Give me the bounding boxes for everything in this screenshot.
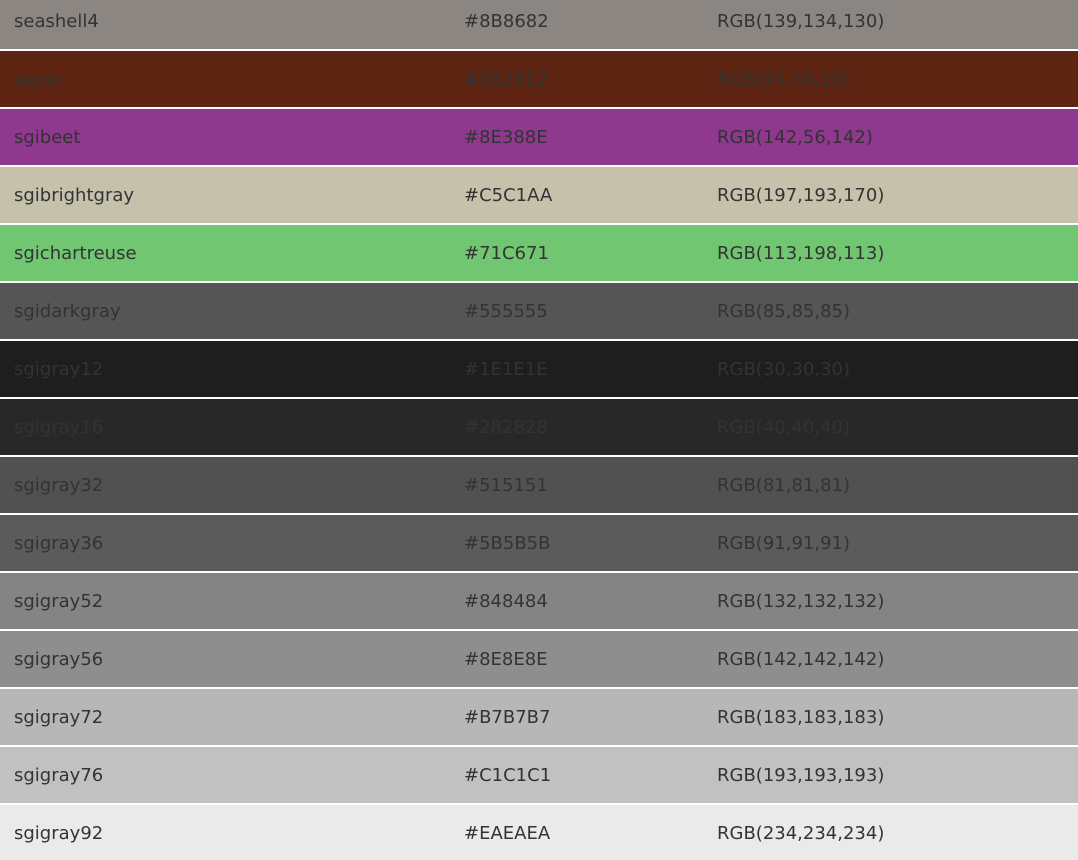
color-rgb: RGB(183,183,183) — [717, 707, 885, 728]
color-row-sepia: sepia #5E2612 RGB(94,38,18) — [0, 51, 1078, 108]
color-hex: #EAEAEA — [464, 823, 551, 844]
color-row-sgigray52: sgigray52 #848484 RGB(132,132,132) — [0, 573, 1078, 630]
color-rgb: RGB(197,193,170) — [717, 185, 885, 206]
color-name: sgigray92 — [14, 823, 104, 844]
color-name: sgigray32 — [14, 475, 104, 496]
color-rgb: RGB(132,132,132) — [717, 591, 885, 612]
color-row-sgidarkgray: sgidarkgray #555555 RGB(85,85,85) — [0, 283, 1078, 340]
color-hex: #1E1E1E — [464, 359, 548, 380]
color-hex: #282828 — [464, 417, 548, 438]
color-hex: #8B8682 — [464, 11, 549, 32]
color-rgb: RGB(234,234,234) — [717, 823, 885, 844]
color-name: sgigray72 — [14, 707, 104, 728]
color-name: sgibrightgray — [14, 185, 135, 206]
color-rgb: RGB(142,56,142) — [717, 127, 873, 148]
color-rgb: RGB(81,81,81) — [717, 475, 851, 496]
color-hex: #C5C1AA — [464, 185, 553, 206]
color-hex: #71C671 — [464, 243, 549, 264]
color-name: sgigray16 — [14, 417, 104, 438]
color-row-sgichartreuse: sgichartreuse #71C671 RGB(113,198,113) — [0, 225, 1078, 282]
color-row-sgigray32: sgigray32 #515151 RGB(81,81,81) — [0, 457, 1078, 514]
color-row-sgibrightgray: sgibrightgray #C5C1AA RGB(197,193,170) — [0, 167, 1078, 224]
color-row-sgigray12: sgigray12 #1E1E1E RGB(30,30,30) — [0, 341, 1078, 398]
color-hex: #5B5B5B — [464, 533, 551, 554]
color-hex: #8E8E8E — [464, 649, 548, 670]
color-rgb: RGB(94,38,18) — [717, 69, 851, 90]
color-name: sgigray76 — [14, 765, 104, 786]
color-name: sgigray12 — [14, 359, 104, 380]
color-row-sgibeet: sgibeet #8E388E RGB(142,56,142) — [0, 109, 1078, 166]
color-name: sgigray52 — [14, 591, 104, 612]
color-hex: #515151 — [464, 475, 548, 496]
color-row-sgigray36: sgigray36 #5B5B5B RGB(91,91,91) — [0, 515, 1078, 572]
color-row-sgigray76: sgigray76 #C1C1C1 RGB(193,193,193) — [0, 747, 1078, 804]
color-name: sgidarkgray — [14, 301, 121, 322]
color-row-sgigray16: sgigray16 #282828 RGB(40,40,40) — [0, 399, 1078, 456]
color-row-sgigray56: sgigray56 #8E8E8E RGB(142,142,142) — [0, 631, 1078, 688]
color-hex: #8E388E — [464, 127, 548, 148]
color-name: sgibeet — [14, 127, 81, 148]
color-row-sgigray72: sgigray72 #B7B7B7 RGB(183,183,183) — [0, 689, 1078, 746]
color-rgb: RGB(193,193,193) — [717, 765, 885, 786]
color-name: sgigray56 — [14, 649, 104, 670]
color-rgb: RGB(113,198,113) — [717, 243, 885, 264]
color-row-sgigray92: sgigray92 #EAEAEA RGB(234,234,234) — [0, 805, 1078, 860]
color-name: sepia — [14, 69, 62, 90]
color-rgb: RGB(91,91,91) — [717, 533, 851, 554]
color-rgb: RGB(142,142,142) — [717, 649, 885, 670]
color-rgb: RGB(40,40,40) — [717, 417, 851, 438]
color-hex: #5E2612 — [464, 69, 548, 90]
color-rgb: RGB(30,30,30) — [717, 359, 851, 380]
color-table: seashell4 #8B8682 RGB(139,134,130) sepia… — [0, 0, 1078, 860]
color-name: sgichartreuse — [14, 243, 137, 264]
color-hex: #C1C1C1 — [464, 765, 552, 786]
color-name: sgigray36 — [14, 533, 104, 554]
color-rgb: RGB(85,85,85) — [717, 301, 851, 322]
color-row-seashell4: seashell4 #8B8682 RGB(139,134,130) — [0, 0, 1078, 50]
color-name: seashell4 — [14, 11, 99, 32]
color-hex: #848484 — [464, 591, 548, 612]
color-hex: #555555 — [464, 301, 548, 322]
color-hex: #B7B7B7 — [464, 707, 551, 728]
color-rgb: RGB(139,134,130) — [717, 11, 885, 32]
